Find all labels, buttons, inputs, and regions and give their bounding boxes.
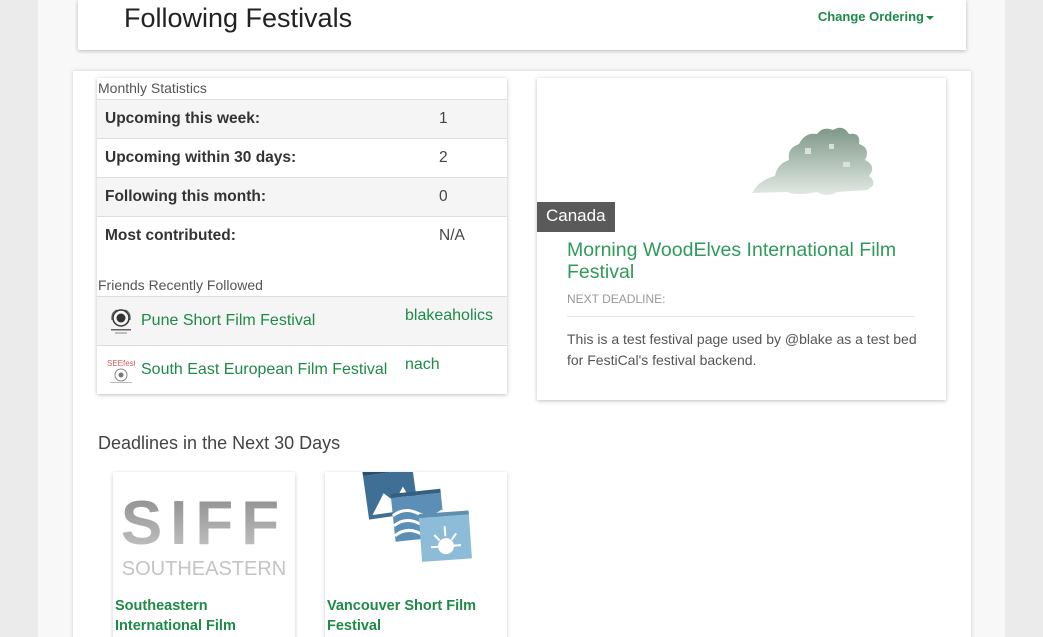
stat-row-upcoming-week: Upcoming this week: 1: [97, 99, 507, 138]
stat-label: Following this month:: [105, 188, 266, 205]
svg-text:SEEfest: SEEfest: [107, 359, 135, 368]
featured-festival-card[interactable]: Canada Morning WoodElves International F…: [537, 78, 946, 400]
friend-user-link[interactable]: nach: [405, 356, 440, 374]
deadline-card[interactable]: SIFF SOUTHEASTERN Southeastern Internati…: [113, 472, 295, 637]
friend-festival-link[interactable]: Pune Short Film Festival: [141, 312, 315, 330]
siff-logo-subtext: SOUTHEASTERN: [122, 558, 286, 580]
stat-label: Upcoming within 30 days:: [105, 149, 297, 166]
caret-down-icon: [926, 15, 934, 20]
tree-banner-image: [752, 127, 874, 195]
deadline-festival-link[interactable]: Vancouver Short Film Festival: [327, 596, 505, 636]
deadline-card[interactable]: Vancouver Short Film Festival: [325, 472, 507, 637]
deadlines-section-title: Deadlines in the Next 30 Days: [98, 433, 341, 453]
stat-value: 2: [439, 149, 448, 166]
friend-user-link[interactable]: blakeaholics: [405, 307, 493, 325]
featured-festival-title[interactable]: Morning WoodElves International Film Fes…: [567, 239, 927, 283]
friend-festival-link[interactable]: South East European Film Festival: [141, 361, 387, 379]
stat-row-upcoming-30-days: Upcoming within 30 days: 2: [97, 138, 507, 177]
siff-logo-image: SIFF SOUTHEASTERN: [121, 489, 287, 580]
country-badge: Canada: [537, 202, 615, 232]
pune-festival-logo-icon: [111, 309, 131, 334]
deadline-festival-link[interactable]: Southeastern International Film Festival: [115, 596, 293, 637]
monthly-statistics-label: Monthly Statistics: [98, 80, 207, 96]
stat-label: Upcoming this week:: [105, 110, 261, 127]
siff-logo-text: SIFF: [121, 489, 287, 558]
stat-row-most-contributed: Most contributed: N/A: [97, 216, 507, 255]
next-deadline-label: NEXT DEADLINE:: [567, 292, 666, 306]
stats-card: Monthly Statistics Upcoming this week: 1…: [97, 78, 507, 394]
page-title: Following Festivals: [124, 3, 353, 33]
change-ordering-dropdown[interactable]: Change Ordering: [818, 9, 934, 24]
header-card: Following Festivals Change Ordering: [78, 0, 966, 50]
friend-row: SEEfest South East European Film Festiva…: [97, 345, 507, 394]
vancouver-film-logo-image: [362, 472, 472, 562]
divider: [567, 316, 915, 317]
friend-row: Pune Short Film Festival blakeaholics: [97, 296, 507, 345]
change-ordering-label: Change Ordering: [817, 9, 924, 24]
stat-value: 0: [439, 188, 448, 205]
seefest-logo-icon: SEEfest: [107, 359, 135, 383]
stat-row-following-month: Following this month: 0: [97, 177, 507, 216]
stat-value: 1: [439, 110, 448, 127]
festival-description: This is a test festival page used by @bl…: [567, 331, 917, 368]
friends-followed-label: Friends Recently Followed: [98, 277, 263, 293]
stat-value: N/A: [439, 227, 465, 244]
stat-label: Most contributed:: [105, 227, 236, 244]
